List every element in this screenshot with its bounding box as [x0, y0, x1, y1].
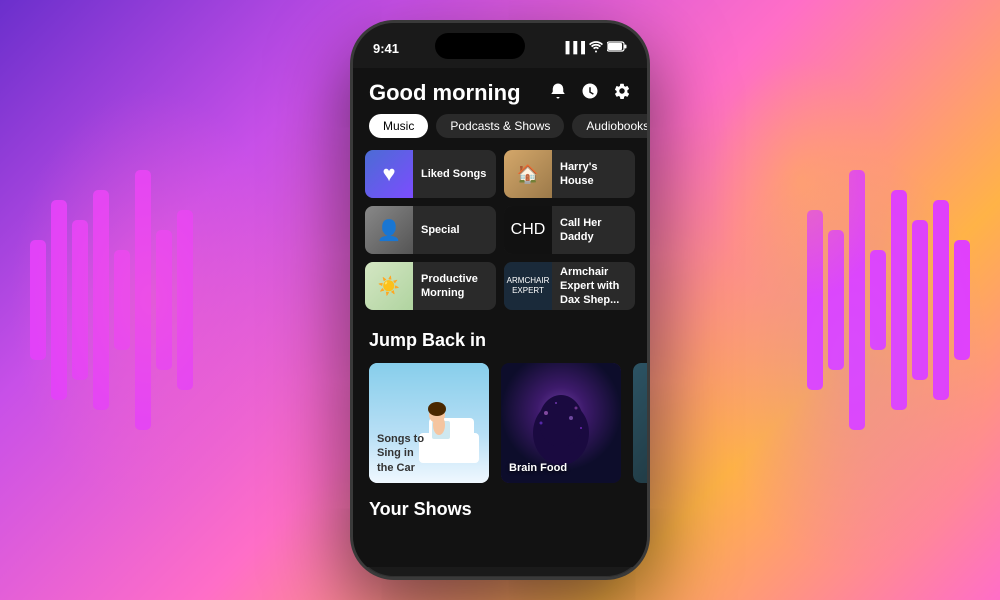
tab-music[interactable]: Music: [369, 114, 428, 138]
shortcut-special[interactable]: 👤 Special: [365, 206, 496, 254]
shortcut-productive-morning[interactable]: ☀️ Productive Morning: [365, 262, 496, 310]
app-header: Good morning: [353, 68, 647, 114]
third-card-image: [633, 363, 647, 483]
call-her-daddy-thumb: CHD: [504, 206, 552, 254]
timer-icon[interactable]: [581, 82, 599, 105]
heart-icon: ♥: [382, 161, 395, 187]
shortcut-call-her-daddy[interactable]: CHD Call Her Daddy: [504, 206, 635, 254]
status-icons: ▐▐▐: [562, 41, 627, 56]
shortcuts-grid: ♥ Liked Songs 🏠 Harry's House 👤 S: [353, 150, 647, 326]
settings-icon[interactable]: [613, 82, 631, 105]
songs-car-image: Songs toSing inthe Car: [369, 363, 489, 483]
songs-car-title: Songs toSing inthe Car: [377, 432, 424, 475]
status-bar: 9:41 ▐▐▐: [353, 23, 647, 68]
liked-songs-thumb: ♥: [365, 150, 413, 198]
special-thumb: 👤: [365, 206, 413, 254]
shortcut-armchair-expert[interactable]: ARMCHAIR EXPERT Armchair Expert with Dax…: [504, 262, 635, 310]
armchair-expert-thumb: ARMCHAIR EXPERT: [504, 262, 552, 310]
jump-back-cards: Songs toSing inthe Car: [353, 363, 647, 499]
header-icons: [549, 82, 631, 105]
battery-icon: [607, 41, 627, 55]
shortcut-liked-songs[interactable]: ♥ Liked Songs: [365, 150, 496, 198]
brain-food-image: Brain Food: [501, 363, 621, 483]
harrys-house-label: Harry's House: [560, 160, 635, 189]
signal-icon: ▐▐▐: [562, 42, 585, 54]
bell-icon[interactable]: [549, 82, 567, 105]
app-content: Good morning: [353, 68, 647, 567]
phone-wrapper: 9:41 ▐▐▐: [350, 20, 650, 580]
card-songs-car[interactable]: Songs toSing inthe Car: [369, 363, 489, 483]
card-brain-food[interactable]: Brain Food: [501, 363, 621, 483]
call-her-daddy-label: Call Her Daddy: [560, 216, 635, 245]
harrys-house-thumb: 🏠: [504, 150, 552, 198]
phone: 9:41 ▐▐▐: [350, 20, 650, 580]
shortcut-harrys-house[interactable]: 🏠 Harry's House: [504, 150, 635, 198]
your-shows-heading: Your Shows: [353, 499, 647, 528]
status-time: 9:41: [373, 41, 399, 56]
productive-morning-label: Productive Morning: [421, 272, 496, 301]
special-label: Special: [421, 223, 496, 237]
brain-food-title: Brain Food: [509, 461, 567, 475]
tab-podcasts-shows[interactable]: Podcasts & Shows: [436, 114, 564, 138]
liked-songs-label: Liked Songs: [421, 167, 496, 181]
card-third[interactable]: [633, 363, 647, 483]
tab-audiobooks[interactable]: Audiobooks: [572, 114, 647, 138]
jump-back-heading: Jump Back in: [353, 326, 647, 363]
greeting-text: Good morning: [369, 80, 521, 106]
filter-tabs: Music Podcasts & Shows Audiobooks: [353, 114, 647, 150]
armchair-expert-label: Armchair Expert with Dax Shep...: [560, 265, 635, 308]
productive-morning-thumb: ☀️: [365, 262, 413, 310]
wifi-icon: [589, 41, 603, 56]
dynamic-island: [435, 33, 525, 59]
